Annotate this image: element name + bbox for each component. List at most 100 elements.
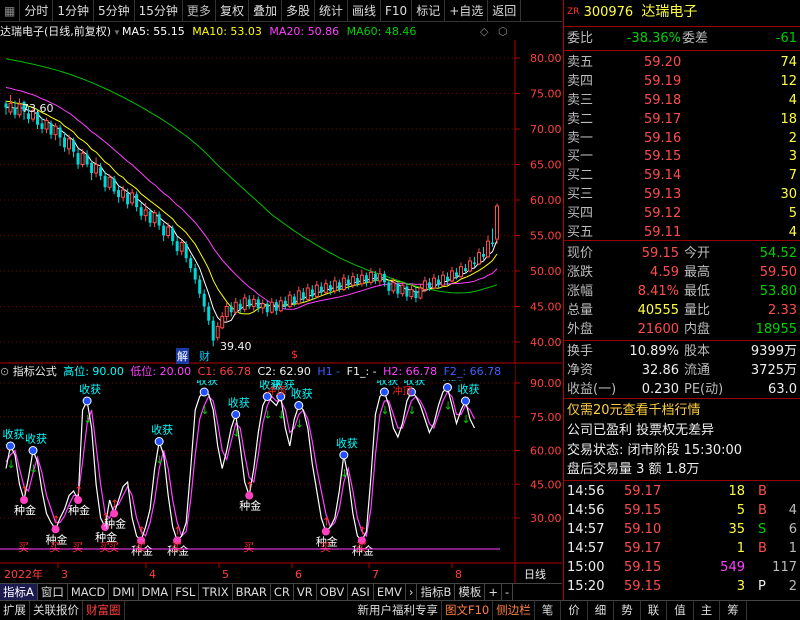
tick-row[interactable]: 14:56 59.15 5 B 4 — [564, 500, 800, 521]
tab-more[interactable]: 更多 — [183, 0, 216, 22]
tab-indicator-a[interactable]: 指标A — [0, 584, 38, 601]
stat-row[interactable]: 外盘 21600 内盘 18955 — [564, 319, 800, 340]
bid-volume: 30 — [780, 187, 797, 202]
zhongjin-label: 种金 — [104, 517, 126, 531]
wealth-circle-button[interactable]: 财富圈 — [83, 601, 125, 620]
bid-row[interactable]: 买一 59.15 3 — [564, 146, 800, 167]
dollar-marker[interactable]: $ — [291, 348, 298, 361]
stat2-row[interactable]: 净资 32.86 流通 3725万 — [564, 360, 800, 381]
tab-dma[interactable]: DMA — [139, 584, 173, 601]
tick-row[interactable]: 14:57 59.17 1 B 1 — [564, 538, 800, 559]
promo-company[interactable]: 公司已盈利 投票权无差异 — [564, 420, 800, 441]
tab-trix[interactable]: TRIX — [199, 584, 233, 601]
stat-row[interactable]: 涨幅 8.41% 最低 53.80 — [564, 281, 800, 302]
tick-price: 59.10 — [624, 522, 662, 537]
tab-obv[interactable]: OBV — [317, 584, 349, 601]
toolbar-grid-icon[interactable]: ▦ — [0, 0, 21, 22]
tick-row[interactable]: 15:00 59.15 549 117 — [564, 557, 800, 578]
tab-scroll-icon[interactable]: › — [406, 584, 418, 601]
ask-row[interactable]: 卖四 59.19 12 — [564, 71, 800, 92]
tab-indicator-b[interactable]: 指标B — [417, 584, 456, 601]
sidebar-toggle[interactable]: 侧边栏 — [493, 601, 535, 620]
new-user-benefit-link[interactable]: 新用户福利专享 — [355, 601, 442, 620]
multi-stock-button[interactable]: 多股 — [282, 0, 315, 22]
chongding-label: 冲顶 — [392, 385, 412, 398]
tab-macd[interactable]: MACD — [68, 584, 110, 601]
collapse-icon[interactable]: ▾ — [115, 28, 122, 38]
tab-fsl[interactable]: FSL — [172, 584, 200, 601]
view-zhu[interactable]: 主 — [694, 601, 721, 620]
stat-row[interactable]: 涨跌 4.59 最高 59.50 — [564, 262, 800, 283]
overlay-button[interactable]: 叠加 — [249, 0, 282, 22]
stat-row[interactable]: 总量 40555 量比 2.33 — [564, 300, 800, 321]
related-quote-button[interactable]: 关联报价 — [30, 601, 83, 620]
candle-body — [328, 285, 332, 291]
tab-window[interactable]: 窗口 — [38, 584, 68, 601]
stat2-row[interactable]: 收益(一) 0.230 PE(动) 63.0 — [564, 379, 800, 400]
candle-body — [467, 260, 472, 272]
down-arrow: ↓ — [461, 413, 470, 426]
tab-1min[interactable]: 1分钟 — [53, 0, 94, 22]
tab-15min[interactable]: 15分钟 — [135, 0, 183, 22]
tab-cr[interactable]: CR — [271, 584, 294, 601]
f10-button[interactable]: F10 — [381, 0, 413, 22]
view-zhi[interactable]: 值 — [667, 601, 694, 620]
tab-template[interactable]: 模板 — [455, 584, 486, 601]
candle-body — [341, 277, 346, 290]
bid-row[interactable]: 买四 59.12 5 — [564, 203, 800, 224]
stat2-row[interactable]: 换手 10.89% 股本 9399万 — [564, 341, 800, 362]
bid-row[interactable]: 买二 59.14 7 — [564, 165, 800, 186]
view-chou[interactable]: 筹 — [720, 601, 747, 620]
view-xi[interactable]: 细 — [588, 601, 615, 620]
cai-marker[interactable]: 财 — [199, 348, 210, 364]
ask-row[interactable]: 卖三 59.18 4 — [564, 90, 800, 111]
up-arrow: ↑ — [20, 484, 29, 497]
tab-brar[interactable]: BRAR — [233, 584, 271, 601]
candle-body — [242, 297, 247, 310]
tick-row[interactable]: 14:57 59.10 35 S 6 — [564, 519, 800, 540]
candle-body — [247, 299, 251, 307]
ask-row[interactable]: 卖二 59.17 18 — [564, 109, 800, 130]
stats-button[interactable]: 统计 — [315, 0, 348, 22]
bid-row[interactable]: 买三 59.13 30 — [564, 184, 800, 205]
draw-line-button[interactable]: 画线 — [348, 0, 382, 22]
view-shi[interactable]: 势 — [614, 601, 641, 620]
tab-dmi[interactable]: DMI — [109, 584, 139, 601]
ask-row[interactable]: 卖五 59.20 74 — [564, 52, 800, 73]
f10-graphic-link[interactable]: 图文F10 — [442, 601, 494, 620]
add-watchlist-button[interactable]: +自选 — [445, 0, 489, 22]
indicator-name[interactable]: 指标公式 — [13, 365, 57, 378]
shouhuo-label: 收获 — [291, 387, 313, 401]
settings-diamond-icon[interactable]: ◇ — [480, 25, 488, 38]
view-bi[interactable]: 笔 — [535, 601, 562, 620]
view-lian[interactable]: 联 — [641, 601, 668, 620]
jie-marker[interactable]: 解 — [176, 348, 189, 364]
bid-row[interactable]: 买五 59.11 4 — [564, 222, 800, 243]
candle-body — [229, 306, 233, 313]
tab-asi[interactable]: ASI — [348, 584, 374, 601]
candle-body — [256, 299, 260, 308]
view-jia[interactable]: 价 — [561, 601, 588, 620]
tab-vr[interactable]: VR — [294, 584, 317, 601]
indicator-collapse-icon[interactable]: ⊙ — [0, 365, 9, 378]
tick-row[interactable]: 14:56 59.17 18 B — [564, 481, 800, 502]
mark-button[interactable]: 标记 — [412, 0, 446, 22]
expand-button[interactable]: 扩展 — [0, 601, 30, 620]
tab-emv[interactable]: EMV — [374, 584, 406, 601]
tick-volume: 5 — [736, 503, 745, 518]
stat-row[interactable]: 现价 59.15 今开 54.52 — [564, 243, 800, 264]
stat-value-2: 2.33 — [768, 303, 797, 318]
tab-plus[interactable]: + — [485, 584, 503, 601]
restore-button[interactable]: 复权 — [216, 0, 249, 22]
tab-minus[interactable]: - — [502, 584, 514, 601]
promo-deep-quote[interactable]: 仅需20元查看千档行情 — [564, 400, 800, 421]
tab-5min[interactable]: 5分钟 — [94, 0, 135, 22]
tick-volume: 35 — [728, 522, 745, 537]
kline-chart[interactable]: 40.00 45.00 50.00 55.00 60.00 65.00 70.00 75.00… — [0, 40, 562, 583]
back-button[interactable]: 返回 — [488, 0, 522, 22]
shouhuo-label: 收获 — [336, 436, 358, 450]
tab-timeshare[interactable]: 分时 — [20, 0, 54, 22]
peak-dot — [199, 387, 209, 397]
tick-row[interactable]: 15:20 59.15 3 P 2 — [564, 576, 800, 597]
chart-zoom-icon[interactable]: ⬡ — [498, 25, 508, 38]
